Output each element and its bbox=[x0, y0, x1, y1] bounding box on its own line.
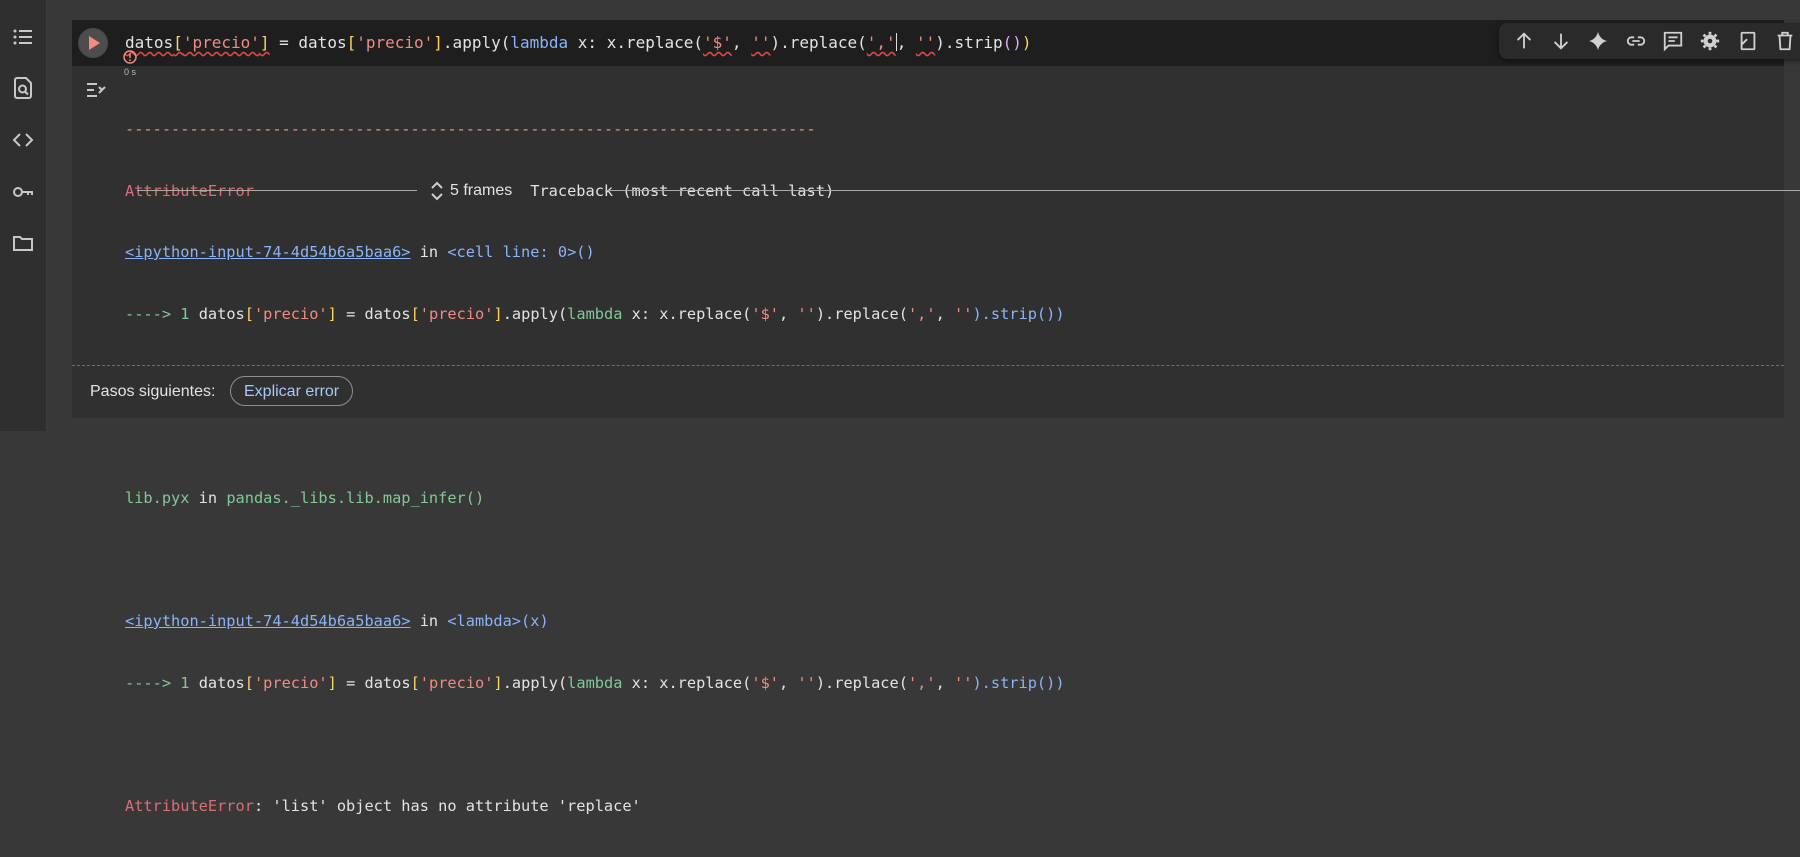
move-down-button[interactable] bbox=[1547, 27, 1575, 55]
gear-icon bbox=[1701, 31, 1720, 51]
code-line[interactable]: datos['precio'] = datos['precio'].apply(… bbox=[125, 33, 1032, 52]
code-snippets-icon[interactable] bbox=[11, 128, 35, 152]
cell-toolbar bbox=[1499, 23, 1800, 59]
output-actions-icon[interactable] bbox=[84, 78, 108, 102]
source-link[interactable]: <ipython-input-74-4d54b6a5baa6> bbox=[125, 243, 411, 261]
mirror-cell-button[interactable] bbox=[1734, 27, 1762, 55]
collapsed-frames: 5 frames bbox=[137, 180, 1800, 202]
comment-icon bbox=[1663, 31, 1683, 52]
execution-status: 0 s bbox=[122, 50, 138, 77]
frames-count-label: 5 frames bbox=[450, 182, 513, 199]
explain-error-button[interactable]: Explicar error bbox=[230, 376, 354, 406]
folder-icon[interactable] bbox=[11, 231, 35, 255]
find-icon[interactable] bbox=[11, 76, 35, 100]
frames-divider-left bbox=[137, 190, 417, 191]
arrow-down-icon bbox=[1553, 33, 1569, 50]
traceback-code-line: ----> 1 datos['precio'] = datos['precio'… bbox=[125, 304, 1065, 323]
move-up-button[interactable] bbox=[1510, 27, 1538, 55]
mirror-cell-icon bbox=[1740, 31, 1755, 51]
left-sidebar bbox=[0, 0, 47, 431]
sparkle-icon bbox=[1589, 31, 1608, 51]
code-cell[interactable]: datos['precio'] = datos['precio'].apply(… bbox=[72, 20, 1800, 815]
traceback-frame: <ipython-input-74-4d54b6a5baa6> in <cell… bbox=[125, 243, 595, 261]
traceback-code-line: ----> 1 datos['precio'] = datos['precio'… bbox=[125, 673, 1065, 692]
copy-link-button[interactable] bbox=[1622, 27, 1650, 55]
run-cell-button[interactable] bbox=[78, 28, 108, 58]
traceback-frame: lib.pyx in pandas._libs.lib.map_infer() bbox=[125, 489, 485, 507]
cell-settings-button[interactable] bbox=[1696, 27, 1724, 55]
arrow-up-icon bbox=[1516, 32, 1531, 49]
output-divider bbox=[72, 365, 1784, 366]
delete-cell-button[interactable] bbox=[1771, 27, 1799, 55]
expand-collapse-icon bbox=[431, 181, 443, 201]
secrets-key-icon[interactable] bbox=[11, 180, 35, 204]
expand-frames-toggle[interactable]: 5 frames bbox=[430, 180, 512, 202]
source-link[interactable]: <ipython-input-74-4d54b6a5baa6> bbox=[125, 612, 411, 630]
traceback-frame: <ipython-input-74-4d54b6a5baa6> in <lamb… bbox=[125, 612, 549, 630]
link-icon bbox=[1626, 36, 1645, 46]
execution-time: 0 s bbox=[123, 67, 136, 77]
frames-divider-right bbox=[605, 190, 1800, 191]
error-status-icon bbox=[123, 50, 137, 64]
play-icon bbox=[79, 29, 107, 57]
next-steps-label: Pasos siguientes: bbox=[90, 383, 216, 400]
gemini-button[interactable] bbox=[1584, 27, 1612, 55]
traceback-separator: ----------------------------------------… bbox=[125, 120, 816, 138]
delete-icon bbox=[1777, 31, 1793, 51]
add-comment-button[interactable] bbox=[1659, 27, 1687, 55]
table-of-contents-icon[interactable] bbox=[11, 25, 35, 49]
code-editor[interactable]: datos['precio'] = datos['precio'].apply(… bbox=[72, 20, 1800, 66]
error-message: AttributeError: 'list' object has no att… bbox=[125, 796, 641, 815]
